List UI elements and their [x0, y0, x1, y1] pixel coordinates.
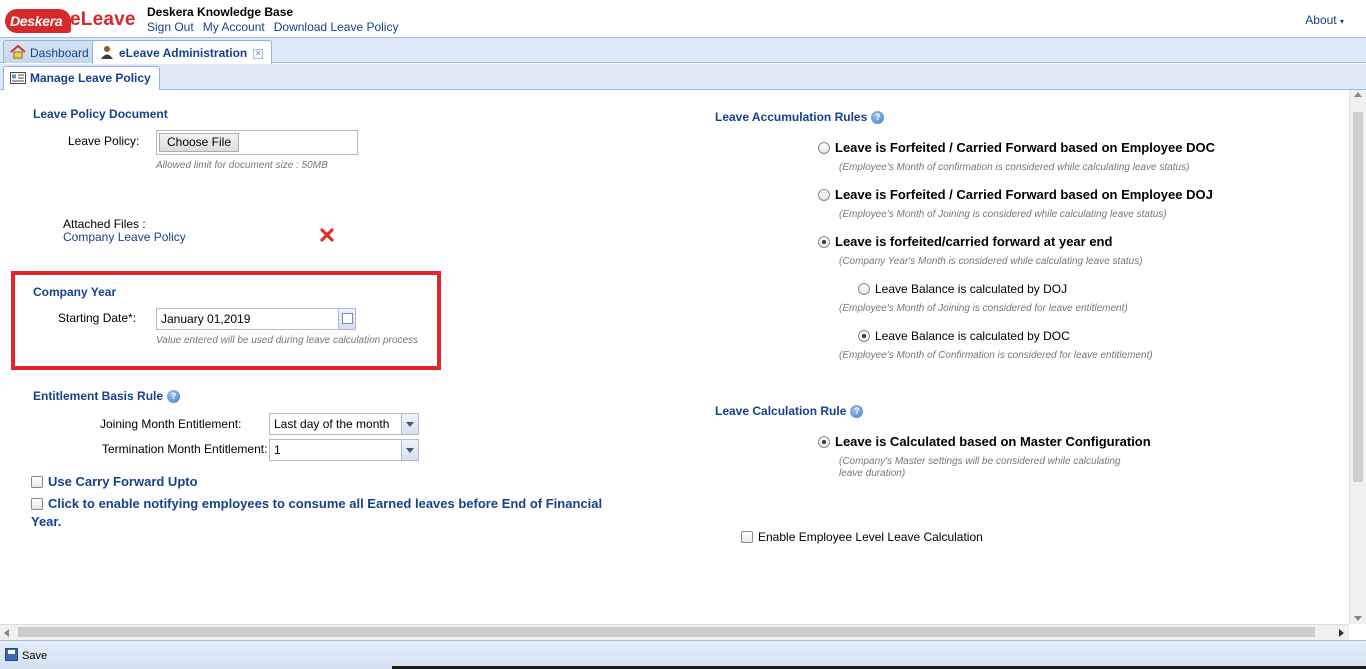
radio-forfeit-year-end[interactable] [818, 236, 830, 248]
forfeit-doc-label: Leave is Forfeited / Carried Forward bas… [835, 140, 1215, 155]
tab-eleave-administration-label: eLeave Administration [119, 46, 248, 60]
leave-accumulation-rules-label: Leave Accumulation Rules [715, 110, 868, 124]
vertical-scroll-thumb[interactable] [1353, 112, 1363, 482]
save-button[interactable]: Save [5, 648, 47, 664]
leave-policy-file-input[interactable]: Choose File [156, 130, 358, 155]
radio-balance-doc[interactable] [858, 330, 870, 342]
joining-month-value: Last day of the month [274, 417, 390, 431]
leave-calculation-rule-label: Leave Calculation Rule [715, 404, 847, 418]
joining-month-select[interactable]: Last day of the month [269, 413, 419, 435]
logo-product-name: eLeave [70, 9, 136, 30]
my-account-link[interactable]: My Account [203, 20, 265, 34]
master-configuration-hint-line2: leave duration) [839, 468, 906, 479]
scroll-right-icon[interactable] [1339, 629, 1344, 637]
starting-date-field[interactable]: January 01,2019 [156, 308, 356, 330]
top-links: Sign Out My Account Download Leave Policy [147, 20, 407, 34]
help-icon[interactable]: ? [850, 405, 864, 418]
starting-date-value: January 01,2019 [161, 312, 251, 326]
forfeit-year-end-label: Leave is forfeited/carried forward at ye… [835, 234, 1113, 249]
admin-user-icon [99, 45, 115, 59]
sub-tab-bar: Manage Leave Policy [0, 64, 1366, 90]
tab-dashboard[interactable]: Dashboard [3, 40, 98, 63]
balance-doc-hint: (Employee's Month of Confirmation is con… [839, 350, 1153, 361]
document-size-hint: Allowed limit for document size : 50MB [156, 160, 328, 171]
logo-badge: Deskera [5, 9, 71, 33]
download-leave-policy-link[interactable]: Download Leave Policy [274, 20, 399, 34]
carry-forward-checkbox[interactable] [31, 476, 43, 488]
leave-policy-document-title: Leave Policy Document [33, 107, 168, 121]
sign-out-link[interactable]: Sign Out [147, 20, 194, 34]
radio-forfeit-doc[interactable] [818, 142, 830, 154]
radio-forfeit-doj[interactable] [818, 189, 830, 201]
notify-employees-checkbox[interactable] [31, 498, 43, 510]
chevron-down-icon[interactable] [401, 414, 418, 434]
employee-level-checkbox[interactable] [741, 531, 753, 543]
home-icon [10, 44, 26, 59]
horizontal-scroll-thumb[interactable] [18, 627, 1315, 637]
employee-level-label: Enable Employee Level Leave Calculation [758, 530, 983, 544]
entitlement-basis-rule-label: Entitlement Basis Rule [33, 389, 164, 403]
help-icon[interactable]: ? [167, 390, 181, 403]
bottom-toolbar: Save [0, 640, 1366, 669]
master-configuration-label: Leave is Calculated based on Master Conf… [835, 434, 1151, 449]
chevron-down-icon[interactable] [401, 440, 418, 460]
joining-month-label: Joining Month Entitlement: [100, 417, 242, 431]
close-icon[interactable]: ✕ [253, 49, 264, 59]
chevron-down-icon: ▾ [1339, 17, 1344, 26]
termination-month-label: Termination Month Entitlement: [102, 442, 268, 456]
tab-manage-leave-policy[interactable]: Manage Leave Policy [3, 66, 160, 90]
policy-icon [10, 72, 26, 86]
main-tab-bar: Dashboard eLeave Administration ✕ [0, 38, 1366, 64]
company-year-title: Company Year [33, 285, 117, 299]
attached-files-label: Attached Files : [63, 217, 146, 231]
help-icon[interactable]: ? [871, 111, 885, 124]
tab-dashboard-label: Dashboard [30, 46, 89, 60]
save-label: Save [22, 650, 48, 662]
scroll-left-icon[interactable] [4, 629, 9, 637]
choose-file-button[interactable]: Choose File [159, 133, 239, 152]
forfeit-year-end-hint: (Company Year's Month is considered whil… [839, 256, 1143, 267]
termination-month-value: 1 [274, 443, 281, 457]
forfeit-doj-hint: (Employee's Month of Joining is consider… [839, 209, 1167, 220]
notify-employees-label-line2: Year. [31, 514, 62, 529]
termination-month-select[interactable]: 1 [269, 439, 419, 461]
app-header: Deskera eLeave Deskera Knowledge Base Si… [0, 0, 1366, 38]
about-menu[interactable]: About ▾ [1305, 13, 1344, 27]
attached-file-link[interactable]: Company Leave Policy [63, 230, 186, 244]
master-configuration-hint-line1: (Company's Master settings will be consi… [839, 456, 1121, 467]
notify-employees-label-line1: Click to enable notifying employees to c… [48, 496, 603, 511]
entitlement-basis-rule-title: Entitlement Basis Rule? [33, 389, 181, 403]
scroll-down-icon[interactable] [1354, 616, 1362, 621]
forfeit-doc-hint: (Employee's Month of confirmation is con… [839, 162, 1190, 173]
radio-balance-doj[interactable] [858, 283, 870, 295]
tab-manage-leave-policy-label: Manage Leave Policy [30, 71, 151, 85]
carry-forward-label: Use Carry Forward Upto [48, 474, 198, 489]
starting-date-hint: Value entered will be used during leave … [156, 335, 419, 346]
forfeit-doj-label: Leave is Forfeited / Carried Forward bas… [835, 187, 1213, 202]
scroll-up-icon[interactable] [1354, 92, 1362, 97]
leave-policy-label: Leave Policy: [68, 134, 140, 148]
about-label: About [1305, 13, 1337, 27]
starting-date-label: Starting Date*: [58, 311, 137, 325]
calendar-icon[interactable] [338, 309, 355, 329]
leave-accumulation-rules-title: Leave Accumulation Rules? [715, 110, 885, 124]
leave-calculation-rule-title: Leave Calculation Rule? [715, 404, 864, 418]
knowledge-base-title: Deskera Knowledge Base [147, 5, 294, 19]
balance-doc-label: Leave Balance is calculated by DOC [875, 329, 1070, 343]
policy-form: Leave Policy Document Leave Policy: Choo… [0, 90, 1349, 624]
tab-eleave-administration[interactable]: eLeave Administration ✕ [92, 40, 273, 64]
delete-icon[interactable] [320, 228, 334, 242]
app-logo: Deskera eLeave [5, 7, 135, 33]
save-icon [5, 648, 18, 661]
radio-master-configuration[interactable] [818, 436, 830, 448]
balance-doj-hint: (Employee's Month of Joining is consider… [839, 303, 1128, 314]
balance-doj-label: Leave Balance is calculated by DOJ [875, 282, 1068, 296]
